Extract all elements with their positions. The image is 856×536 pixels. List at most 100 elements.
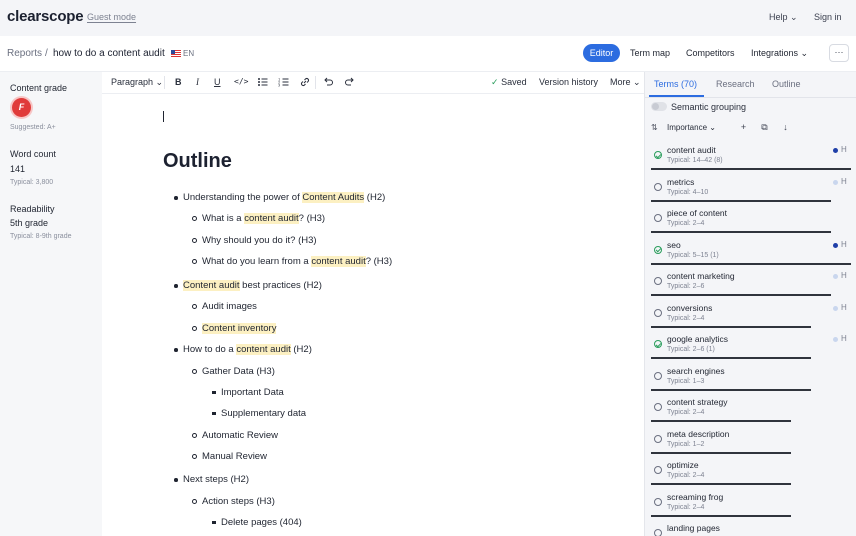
add-term-icon[interactable]: + xyxy=(738,122,749,133)
term-progress-bar xyxy=(651,231,831,233)
toolbar-divider xyxy=(164,76,165,89)
semantic-grouping-toggle[interactable] xyxy=(651,102,667,111)
outline-list-item: Automatic Review xyxy=(191,430,278,441)
language-label: EN xyxy=(183,49,195,58)
heading-usage-dot xyxy=(833,148,838,153)
term-progress-bar xyxy=(651,168,851,170)
tab-term-map[interactable]: Term map xyxy=(630,44,670,62)
readability-value: 5th grade xyxy=(10,218,49,228)
chevron-down-icon: ⌄ xyxy=(709,123,716,132)
help-menu[interactable]: Help ⌄ xyxy=(769,12,798,23)
copy-icon[interactable]: ⧉ xyxy=(759,122,770,133)
code-icon[interactable]: </> xyxy=(234,77,248,86)
tab-editor[interactable]: Editor xyxy=(583,44,620,62)
sort-dropdown[interactable]: Importance ⌄ xyxy=(665,121,727,135)
term-row[interactable]: meta description Typical: 1–2 xyxy=(651,426,851,456)
term-progress-bar xyxy=(651,451,791,454)
bold-icon[interactable]: B xyxy=(175,77,182,87)
check-circle-icon xyxy=(654,245,662,254)
content-grade-badge: F xyxy=(12,98,31,117)
saved-label: Saved xyxy=(501,77,527,87)
version-history-button[interactable]: Version history xyxy=(539,77,598,87)
paragraph-style-dropdown[interactable]: Paragraph ⌄ xyxy=(111,77,163,88)
outline-list-item: How to do a content audit (H2) xyxy=(174,344,312,355)
term-name: content strategy xyxy=(667,397,728,407)
empty-circle-icon xyxy=(654,403,662,411)
download-icon[interactable]: ↓ xyxy=(780,122,791,133)
outline-text: What is a xyxy=(202,213,245,224)
italic-icon[interactable]: I xyxy=(196,77,199,87)
term-typical: Typical: 5–15 (1) xyxy=(667,251,719,259)
tab-divider xyxy=(645,97,856,98)
term-row[interactable]: content strategy Typical: 2–4 xyxy=(651,394,851,424)
outline-text: Why should you do it? (H3) xyxy=(202,235,317,246)
tab-terms[interactable]: Terms (70) xyxy=(654,79,697,89)
text-cursor xyxy=(163,111,164,122)
term-typical: Typical: 1–3 xyxy=(667,377,705,385)
check-circle-icon xyxy=(654,340,662,348)
tab-research[interactable]: Research xyxy=(716,79,755,89)
help-label: Help xyxy=(769,12,788,22)
more-toolbar-menu[interactable]: More ⌄ xyxy=(610,77,641,88)
outline-list-item: Gather Data (H3) xyxy=(192,366,275,377)
underline-icon[interactable]: U xyxy=(214,77,221,87)
term-name: search engines xyxy=(667,365,725,376)
term-row[interactable]: seo Typical: 5–15 (1) H xyxy=(651,237,851,267)
term-name: optimize xyxy=(667,460,699,470)
heading-usage-dot xyxy=(833,274,838,279)
heading-usage-dot xyxy=(833,179,838,185)
outline-list-item: Audit images xyxy=(192,301,257,312)
outline-list-item: Next steps (H2) xyxy=(174,474,249,485)
empty-circle-icon xyxy=(654,434,662,443)
undo-icon[interactable] xyxy=(322,76,334,88)
outline-heading: Outline xyxy=(163,150,232,172)
redo-icon[interactable] xyxy=(344,76,356,88)
term-name: google analytics xyxy=(667,334,728,344)
numbered-list-icon[interactable]: 123 xyxy=(278,76,290,88)
sort-icon[interactable]: ⇅ xyxy=(651,123,658,132)
term-row[interactable]: search engines Typical: 1–3 xyxy=(651,363,851,393)
outline-text: Next steps (H2) xyxy=(183,474,249,485)
outline-text: Manual Review xyxy=(202,451,267,462)
heading-badge: H xyxy=(841,176,847,186)
term-name: screaming frog xyxy=(667,491,724,502)
term-row[interactable]: metrics Typical: 4–10 H xyxy=(651,174,851,204)
integrations-menu[interactable]: Integrations ⌄ xyxy=(751,44,808,62)
editor-content[interactable]: Outline Understanding the power of Conte… xyxy=(102,94,644,536)
stats-sidebar: Content grade Suggested: A+ Word count 1… xyxy=(0,72,102,536)
term-row[interactable]: content marketing Typical: 2–6 H xyxy=(651,268,851,298)
heading-badge: H xyxy=(841,271,847,280)
breadcrumb-reports[interactable]: Reports xyxy=(7,48,42,59)
term-row[interactable]: landing pages xyxy=(651,520,851,536)
logo[interactable]: clearscope xyxy=(7,8,84,25)
term-row[interactable]: piece of content Typical: 2–4 xyxy=(651,205,851,235)
term-row[interactable]: conversions Typical: 2–4 H xyxy=(651,300,851,330)
term-name: content audit xyxy=(667,145,716,155)
term-name: content marketing xyxy=(667,271,735,281)
chevron-down-icon: ⌄ xyxy=(790,12,798,22)
term-row[interactable]: screaming frog Typical: 2–4 xyxy=(651,489,851,519)
word-count-label: Word count xyxy=(10,149,56,159)
outline-text: Action steps (H3) xyxy=(202,496,275,507)
tab-outline[interactable]: Outline xyxy=(772,79,801,89)
more-options-button[interactable]: ··· xyxy=(829,44,849,62)
term-row[interactable]: google analytics Typical: 2–6 (1) H xyxy=(651,331,851,361)
outline-text: best practices (H2) xyxy=(239,280,322,291)
outline-list-item: What do you learn from a content audit? … xyxy=(191,256,392,267)
bulleted-list-icon[interactable] xyxy=(257,76,269,88)
toolbar-divider xyxy=(315,76,316,89)
outline-list-item: What is a content audit? (H3) xyxy=(191,213,325,224)
suggested-grade: Suggested: A+ xyxy=(10,124,56,131)
term-row[interactable]: optimize Typical: 2–4 xyxy=(651,457,851,487)
chevron-down-icon: ⌄ xyxy=(800,48,809,58)
link-icon[interactable] xyxy=(299,76,311,88)
term-typical: Typical: 1–2 xyxy=(667,440,705,448)
empty-circle-icon xyxy=(654,182,662,191)
guest-mode-link[interactable]: Guest mode xyxy=(87,12,136,22)
term-progress-bar xyxy=(651,483,791,485)
term-typical: Typical: 2–4 xyxy=(667,503,705,511)
sign-in-link[interactable]: Sign in xyxy=(814,12,842,22)
term-row[interactable]: content audit Typical: 14–42 (8) H xyxy=(651,142,851,172)
term-progress-bar xyxy=(651,420,791,422)
tab-competitors[interactable]: Competitors xyxy=(686,44,735,62)
